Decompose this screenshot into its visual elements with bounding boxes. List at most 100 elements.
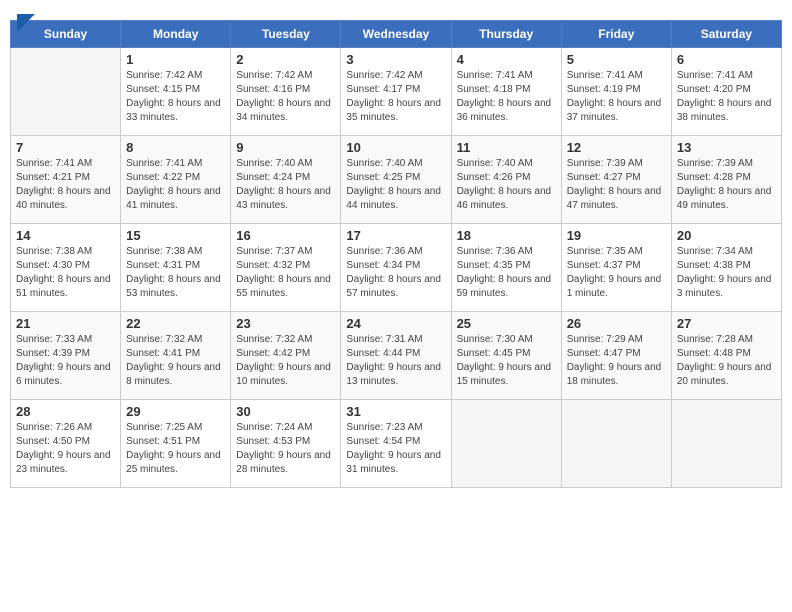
day-info: Sunrise: 7:25 AMSunset: 4:51 PMDaylight:…	[126, 421, 225, 477]
day-info: Sunrise: 7:41 AMSunset: 4:19 PMDaylight:…	[567, 69, 666, 125]
day-info: Sunrise: 7:40 AMSunset: 4:24 PMDaylight:…	[236, 157, 335, 213]
calendar-cell: 31 Sunrise: 7:23 AMSunset: 4:54 PMDayligh…	[341, 400, 451, 488]
day-info: Sunrise: 7:38 AMSunset: 4:31 PMDaylight:…	[126, 245, 225, 301]
day-info: Sunrise: 7:28 AMSunset: 4:48 PMDaylight:…	[677, 333, 776, 389]
day-info: Sunrise: 7:30 AMSunset: 4:45 PMDaylight:…	[457, 333, 556, 389]
calendar-week-row: 7 Sunrise: 7:41 AMSunset: 4:21 PMDaylight…	[11, 136, 782, 224]
day-info: Sunrise: 7:41 AMSunset: 4:22 PMDaylight:…	[126, 157, 225, 213]
calendar-cell: 18 Sunrise: 7:36 AMSunset: 4:35 PMDayligh…	[451, 224, 561, 312]
day-info: Sunrise: 7:23 AMSunset: 4:54 PMDaylight:…	[346, 421, 445, 477]
calendar-cell	[11, 48, 121, 136]
day-info: Sunrise: 7:39 AMSunset: 4:27 PMDaylight:…	[567, 157, 666, 213]
day-number: 15	[126, 228, 225, 243]
day-info: Sunrise: 7:40 AMSunset: 4:25 PMDaylight:…	[346, 157, 445, 213]
day-info: Sunrise: 7:29 AMSunset: 4:47 PMDaylight:…	[567, 333, 666, 389]
day-number: 29	[126, 404, 225, 419]
calendar-week-row: 14 Sunrise: 7:38 AMSunset: 4:30 PMDayligh…	[11, 224, 782, 312]
calendar-cell: 10 Sunrise: 7:40 AMSunset: 4:25 PMDayligh…	[341, 136, 451, 224]
calendar-week-row: 21 Sunrise: 7:33 AMSunset: 4:39 PMDayligh…	[11, 312, 782, 400]
weekday-header: Wednesday	[341, 21, 451, 48]
calendar-cell: 21 Sunrise: 7:33 AMSunset: 4:39 PMDayligh…	[11, 312, 121, 400]
day-number: 4	[457, 52, 556, 67]
day-info: Sunrise: 7:35 AMSunset: 4:37 PMDaylight:…	[567, 245, 666, 301]
day-number: 7	[16, 140, 115, 155]
calendar-cell: 22 Sunrise: 7:32 AMSunset: 4:41 PMDayligh…	[121, 312, 231, 400]
day-number: 5	[567, 52, 666, 67]
calendar-cell: 2 Sunrise: 7:42 AMSunset: 4:16 PMDaylight…	[231, 48, 341, 136]
calendar-cell: 20Sunrise: 7:34 AMSunset: 4:38 PMDayligh…	[671, 224, 781, 312]
calendar-header-row: SundayMondayTuesdayWednesdayThursdayFrid…	[11, 21, 782, 48]
calendar-week-row: 1 Sunrise: 7:42 AMSunset: 4:15 PMDaylight…	[11, 48, 782, 136]
calendar-cell: 16Sunrise: 7:37 AMSunset: 4:32 PMDayligh…	[231, 224, 341, 312]
day-number: 23	[236, 316, 335, 331]
day-info: Sunrise: 7:39 AMSunset: 4:28 PMDaylight:…	[677, 157, 776, 213]
day-info: Sunrise: 7:42 AMSunset: 4:16 PMDaylight:…	[236, 69, 335, 125]
day-info: Sunrise: 7:41 AMSunset: 4:20 PMDaylight:…	[677, 69, 776, 125]
day-number: 19	[567, 228, 666, 243]
calendar-cell: 26 Sunrise: 7:29 AMSunset: 4:47 PMDayligh…	[561, 312, 671, 400]
day-info: Sunrise: 7:41 AMSunset: 4:21 PMDaylight:…	[16, 157, 115, 213]
day-info: Sunrise: 7:42 AMSunset: 4:15 PMDaylight:…	[126, 69, 225, 125]
day-number: 6	[677, 52, 776, 67]
calendar-cell: 4 Sunrise: 7:41 AMSunset: 4:18 PMDaylight…	[451, 48, 561, 136]
day-info: Sunrise: 7:26 AMSunset: 4:50 PMDaylight:…	[16, 421, 115, 477]
day-number: 24	[346, 316, 445, 331]
day-number: 31	[346, 404, 445, 419]
calendar-cell: 1 Sunrise: 7:42 AMSunset: 4:15 PMDaylight…	[121, 48, 231, 136]
day-number: 1	[126, 52, 225, 67]
calendar-cell: 3Sunrise: 7:42 AMSunset: 4:17 PMDaylight…	[341, 48, 451, 136]
day-info: Sunrise: 7:40 AMSunset: 4:26 PMDaylight:…	[457, 157, 556, 213]
day-info: Sunrise: 7:38 AMSunset: 4:30 PMDaylight:…	[16, 245, 115, 301]
calendar-cell: 5 Sunrise: 7:41 AMSunset: 4:19 PMDaylight…	[561, 48, 671, 136]
calendar-cell: 14 Sunrise: 7:38 AMSunset: 4:30 PMDayligh…	[11, 224, 121, 312]
calendar-cell: 29 Sunrise: 7:25 AMSunset: 4:51 PMDayligh…	[121, 400, 231, 488]
day-number: 14	[16, 228, 115, 243]
calendar-cell: 7 Sunrise: 7:41 AMSunset: 4:21 PMDaylight…	[11, 136, 121, 224]
day-info: Sunrise: 7:32 AMSunset: 4:42 PMDaylight:…	[236, 333, 335, 389]
calendar-cell: 13 Sunrise: 7:39 AMSunset: 4:28 PMDayligh…	[671, 136, 781, 224]
day-number: 11	[457, 140, 556, 155]
day-number: 17	[346, 228, 445, 243]
day-info: Sunrise: 7:33 AMSunset: 4:39 PMDaylight:…	[16, 333, 115, 389]
weekday-header: Monday	[121, 21, 231, 48]
day-number: 28	[16, 404, 115, 419]
day-info: Sunrise: 7:41 AMSunset: 4:18 PMDaylight:…	[457, 69, 556, 125]
calendar-week-row: 28 Sunrise: 7:26 AMSunset: 4:50 PMDayligh…	[11, 400, 782, 488]
calendar-cell	[671, 400, 781, 488]
day-number: 10	[346, 140, 445, 155]
day-number: 27	[677, 316, 776, 331]
calendar-cell: 24Sunrise: 7:31 AMSunset: 4:44 PMDayligh…	[341, 312, 451, 400]
calendar-cell: 12 Sunrise: 7:39 AMSunset: 4:27 PMDayligh…	[561, 136, 671, 224]
weekday-header: Friday	[561, 21, 671, 48]
day-number: 8	[126, 140, 225, 155]
day-info: Sunrise: 7:32 AMSunset: 4:41 PMDaylight:…	[126, 333, 225, 389]
day-number: 30	[236, 404, 335, 419]
day-info: Sunrise: 7:42 AMSunset: 4:17 PMDaylight:…	[346, 69, 445, 125]
calendar-cell: 25 Sunrise: 7:30 AMSunset: 4:45 PMDayligh…	[451, 312, 561, 400]
calendar-cell: 17 Sunrise: 7:36 AMSunset: 4:34 PMDayligh…	[341, 224, 451, 312]
calendar-cell: 6 Sunrise: 7:41 AMSunset: 4:20 PMDaylight…	[671, 48, 781, 136]
weekday-header: Thursday	[451, 21, 561, 48]
calendar-table: SundayMondayTuesdayWednesdayThursdayFrid…	[10, 20, 782, 488]
logo-arrow-icon	[17, 14, 35, 32]
calendar-cell	[561, 400, 671, 488]
calendar-cell: 9Sunrise: 7:40 AMSunset: 4:24 PMDaylight…	[231, 136, 341, 224]
calendar-cell: 28 Sunrise: 7:26 AMSunset: 4:50 PMDayligh…	[11, 400, 121, 488]
day-number: 22	[126, 316, 225, 331]
day-info: Sunrise: 7:36 AMSunset: 4:34 PMDaylight:…	[346, 245, 445, 301]
calendar-cell: 30Sunrise: 7:24 AMSunset: 4:53 PMDayligh…	[231, 400, 341, 488]
day-info: Sunrise: 7:34 AMSunset: 4:38 PMDaylight:…	[677, 245, 776, 301]
calendar-cell: 27 Sunrise: 7:28 AMSunset: 4:48 PMDayligh…	[671, 312, 781, 400]
calendar-cell: 8 Sunrise: 7:41 AMSunset: 4:22 PMDaylight…	[121, 136, 231, 224]
day-number: 26	[567, 316, 666, 331]
weekday-header: Saturday	[671, 21, 781, 48]
day-info: Sunrise: 7:36 AMSunset: 4:35 PMDaylight:…	[457, 245, 556, 301]
day-number: 2	[236, 52, 335, 67]
day-number: 21	[16, 316, 115, 331]
day-number: 12	[567, 140, 666, 155]
day-number: 16	[236, 228, 335, 243]
calendar-cell: 15 Sunrise: 7:38 AMSunset: 4:31 PMDayligh…	[121, 224, 231, 312]
day-number: 18	[457, 228, 556, 243]
day-number: 13	[677, 140, 776, 155]
day-number: 25	[457, 316, 556, 331]
